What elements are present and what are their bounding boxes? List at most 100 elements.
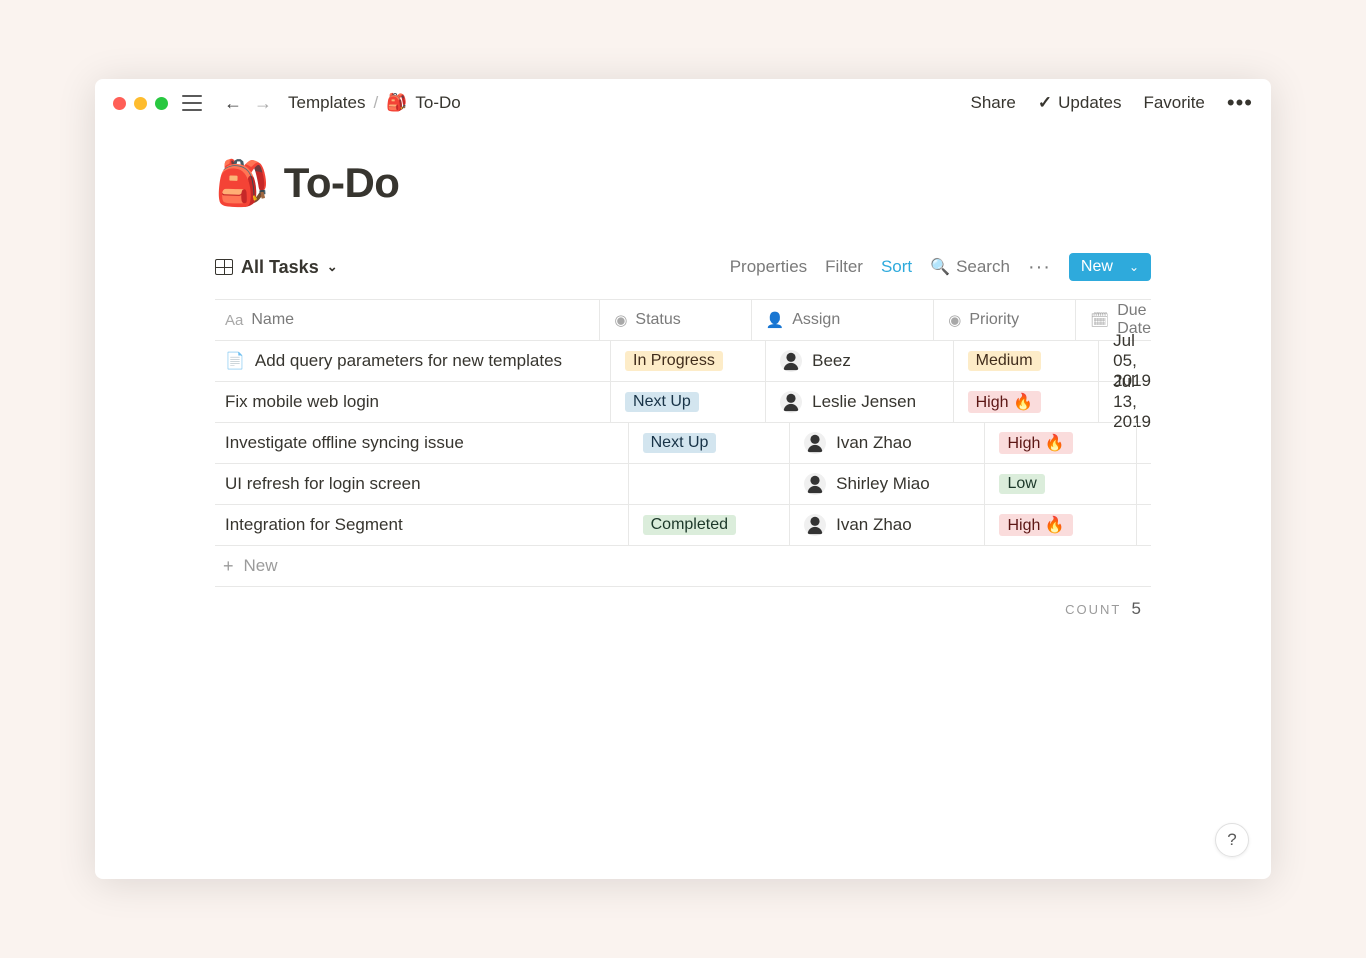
person-property-icon: 👤 [766,311,785,329]
help-button[interactable]: ? [1215,823,1249,857]
name-cell[interactable]: UI refresh for login screen [215,474,628,494]
status-tag: Completed [643,515,736,535]
task-name: Fix mobile web login [225,392,379,412]
search-button[interactable]: 🔍 Search [930,257,1010,277]
priority-tag: Low [999,474,1044,494]
table-row[interactable]: Investigate offline syncing issue Next Up… [215,423,1151,464]
search-icon: 🔍 [930,257,950,277]
properties-button[interactable]: Properties [730,257,807,277]
due-date-cell[interactable] [1136,464,1151,504]
avatar [804,473,826,495]
updates-label: Updates [1058,93,1121,113]
status-tag: Next Up [643,433,717,453]
minimize-window-button[interactable] [134,97,147,110]
updates-button[interactable]: ✓ Updates [1038,93,1122,113]
assign-cell[interactable]: Beez [765,341,953,381]
assign-cell[interactable]: Ivan Zhao [789,505,984,545]
status-cell[interactable] [628,464,790,504]
plus-icon: + [223,556,234,577]
column-header-assign[interactable]: 👤 Assign [751,300,934,340]
priority-cell[interactable]: Medium [953,341,1099,381]
count-label: COUNT [1065,602,1121,617]
favorite-button[interactable]: Favorite [1143,93,1204,113]
table-row[interactable]: UI refresh for login screen Shirley Miao L… [215,464,1151,505]
avatar [780,391,802,413]
more-menu-icon[interactable]: ••• [1227,90,1253,116]
priority-cell[interactable]: Low [984,464,1136,504]
forward-arrow-icon[interactable]: → [248,93,278,114]
name-cell[interactable]: Integration for Segment [215,515,628,535]
priority-cell[interactable]: High 🔥 [953,382,1099,422]
name-cell[interactable]: Investigate offline syncing issue [215,433,628,453]
breadcrumb: Templates / 🎒 To-Do [288,93,461,113]
avatar [804,432,826,454]
view-switcher[interactable]: All Tasks ⌄ [215,257,338,278]
view-name: All Tasks [241,257,319,278]
db-more-icon[interactable]: ··· [1028,256,1051,279]
priority-tag: High 🔥 [999,514,1072,536]
priority-tag: High 🔥 [999,432,1072,454]
title-property-icon: Aa [225,312,243,329]
assignee-name: Ivan Zhao [836,515,912,535]
new-row-label: New [244,556,278,576]
avatar [804,514,826,536]
page-icon: 📄 [225,351,245,371]
assign-cell[interactable]: Shirley Miao [789,464,984,504]
due-date-cell[interactable] [1136,423,1151,463]
due-date-cell[interactable] [1136,505,1151,545]
priority-cell[interactable]: High 🔥 [984,423,1136,463]
assignee-name: Beez [812,351,851,371]
assign-cell[interactable]: Leslie Jensen [765,382,953,422]
column-header-name[interactable]: Aa Name [215,311,599,329]
assign-cell[interactable]: Ivan Zhao [789,423,984,463]
task-name: Add query parameters for new templates [255,351,562,371]
status-tag: Next Up [625,392,699,412]
column-header-status[interactable]: ◉ Status [599,300,750,340]
status-cell[interactable]: Next Up [610,382,765,422]
avatar [780,350,802,372]
name-cell[interactable]: Fix mobile web login [215,392,610,412]
filter-button[interactable]: Filter [825,257,863,277]
table-icon [215,259,233,275]
priority-tag: Medium [968,351,1041,371]
breadcrumb-current[interactable]: To-Do [415,93,460,113]
table-row[interactable]: Fix mobile web login Next Up Leslie Jensen… [215,382,1151,423]
page-icon-backpack[interactable]: 🎒 [215,157,270,209]
page-title[interactable]: To-Do [284,159,400,207]
assignee-name: Leslie Jensen [812,392,916,412]
date-property-icon: 🗓 [1090,311,1109,329]
table-row[interactable]: 📄 Add query parameters for new templates I… [215,341,1151,382]
new-button[interactable]: New ⌄ [1069,253,1151,281]
sort-button[interactable]: Sort [881,257,912,277]
database-toolbar: All Tasks ⌄ Properties Filter Sort 🔍 Sea… [215,245,1151,289]
task-name: UI refresh for login screen [225,474,421,494]
count-value: 5 [1132,599,1141,618]
database-table: Aa Name ◉ Status 👤 Assign ◉ Priority 🗓 [215,299,1151,587]
topbar-actions: Share ✓ Updates Favorite ••• [971,90,1253,116]
app-window: ← → Templates / 🎒 To-Do Share ✓ Updates … [95,79,1271,879]
breadcrumb-parent[interactable]: Templates [288,93,365,113]
chevron-down-icon: ⌄ [1129,260,1139,274]
column-header-priority[interactable]: ◉ Priority [933,300,1075,340]
name-cell[interactable]: 📄 Add query parameters for new templates [215,351,610,371]
status-cell[interactable]: In Progress [610,341,765,381]
select-property-icon: ◉ [614,311,627,329]
share-button[interactable]: Share [971,93,1016,113]
new-row-button[interactable]: + New [215,546,1151,587]
due-date-cell[interactable]: Jul 13, 2019 [1098,382,1151,422]
back-arrow-icon[interactable]: ← [218,93,248,114]
traffic-lights [113,97,168,110]
hamburger-menu-icon[interactable] [182,95,202,111]
page-content: 🎒 To-Do All Tasks ⌄ Properties Filter So… [95,127,1271,631]
task-name: Integration for Segment [225,515,403,535]
select-property-icon: ◉ [948,311,961,329]
table-row[interactable]: Integration for Segment Completed Ivan Zha… [215,505,1151,546]
database-actions: Properties Filter Sort 🔍 Search ··· New … [730,253,1151,281]
status-cell[interactable]: Completed [628,505,790,545]
priority-cell[interactable]: High 🔥 [984,505,1136,545]
zoom-window-button[interactable] [155,97,168,110]
status-cell[interactable]: Next Up [628,423,790,463]
top-toolbar: ← → Templates / 🎒 To-Do Share ✓ Updates … [95,79,1271,127]
close-window-button[interactable] [113,97,126,110]
chevron-down-icon: ⌄ [327,259,338,275]
